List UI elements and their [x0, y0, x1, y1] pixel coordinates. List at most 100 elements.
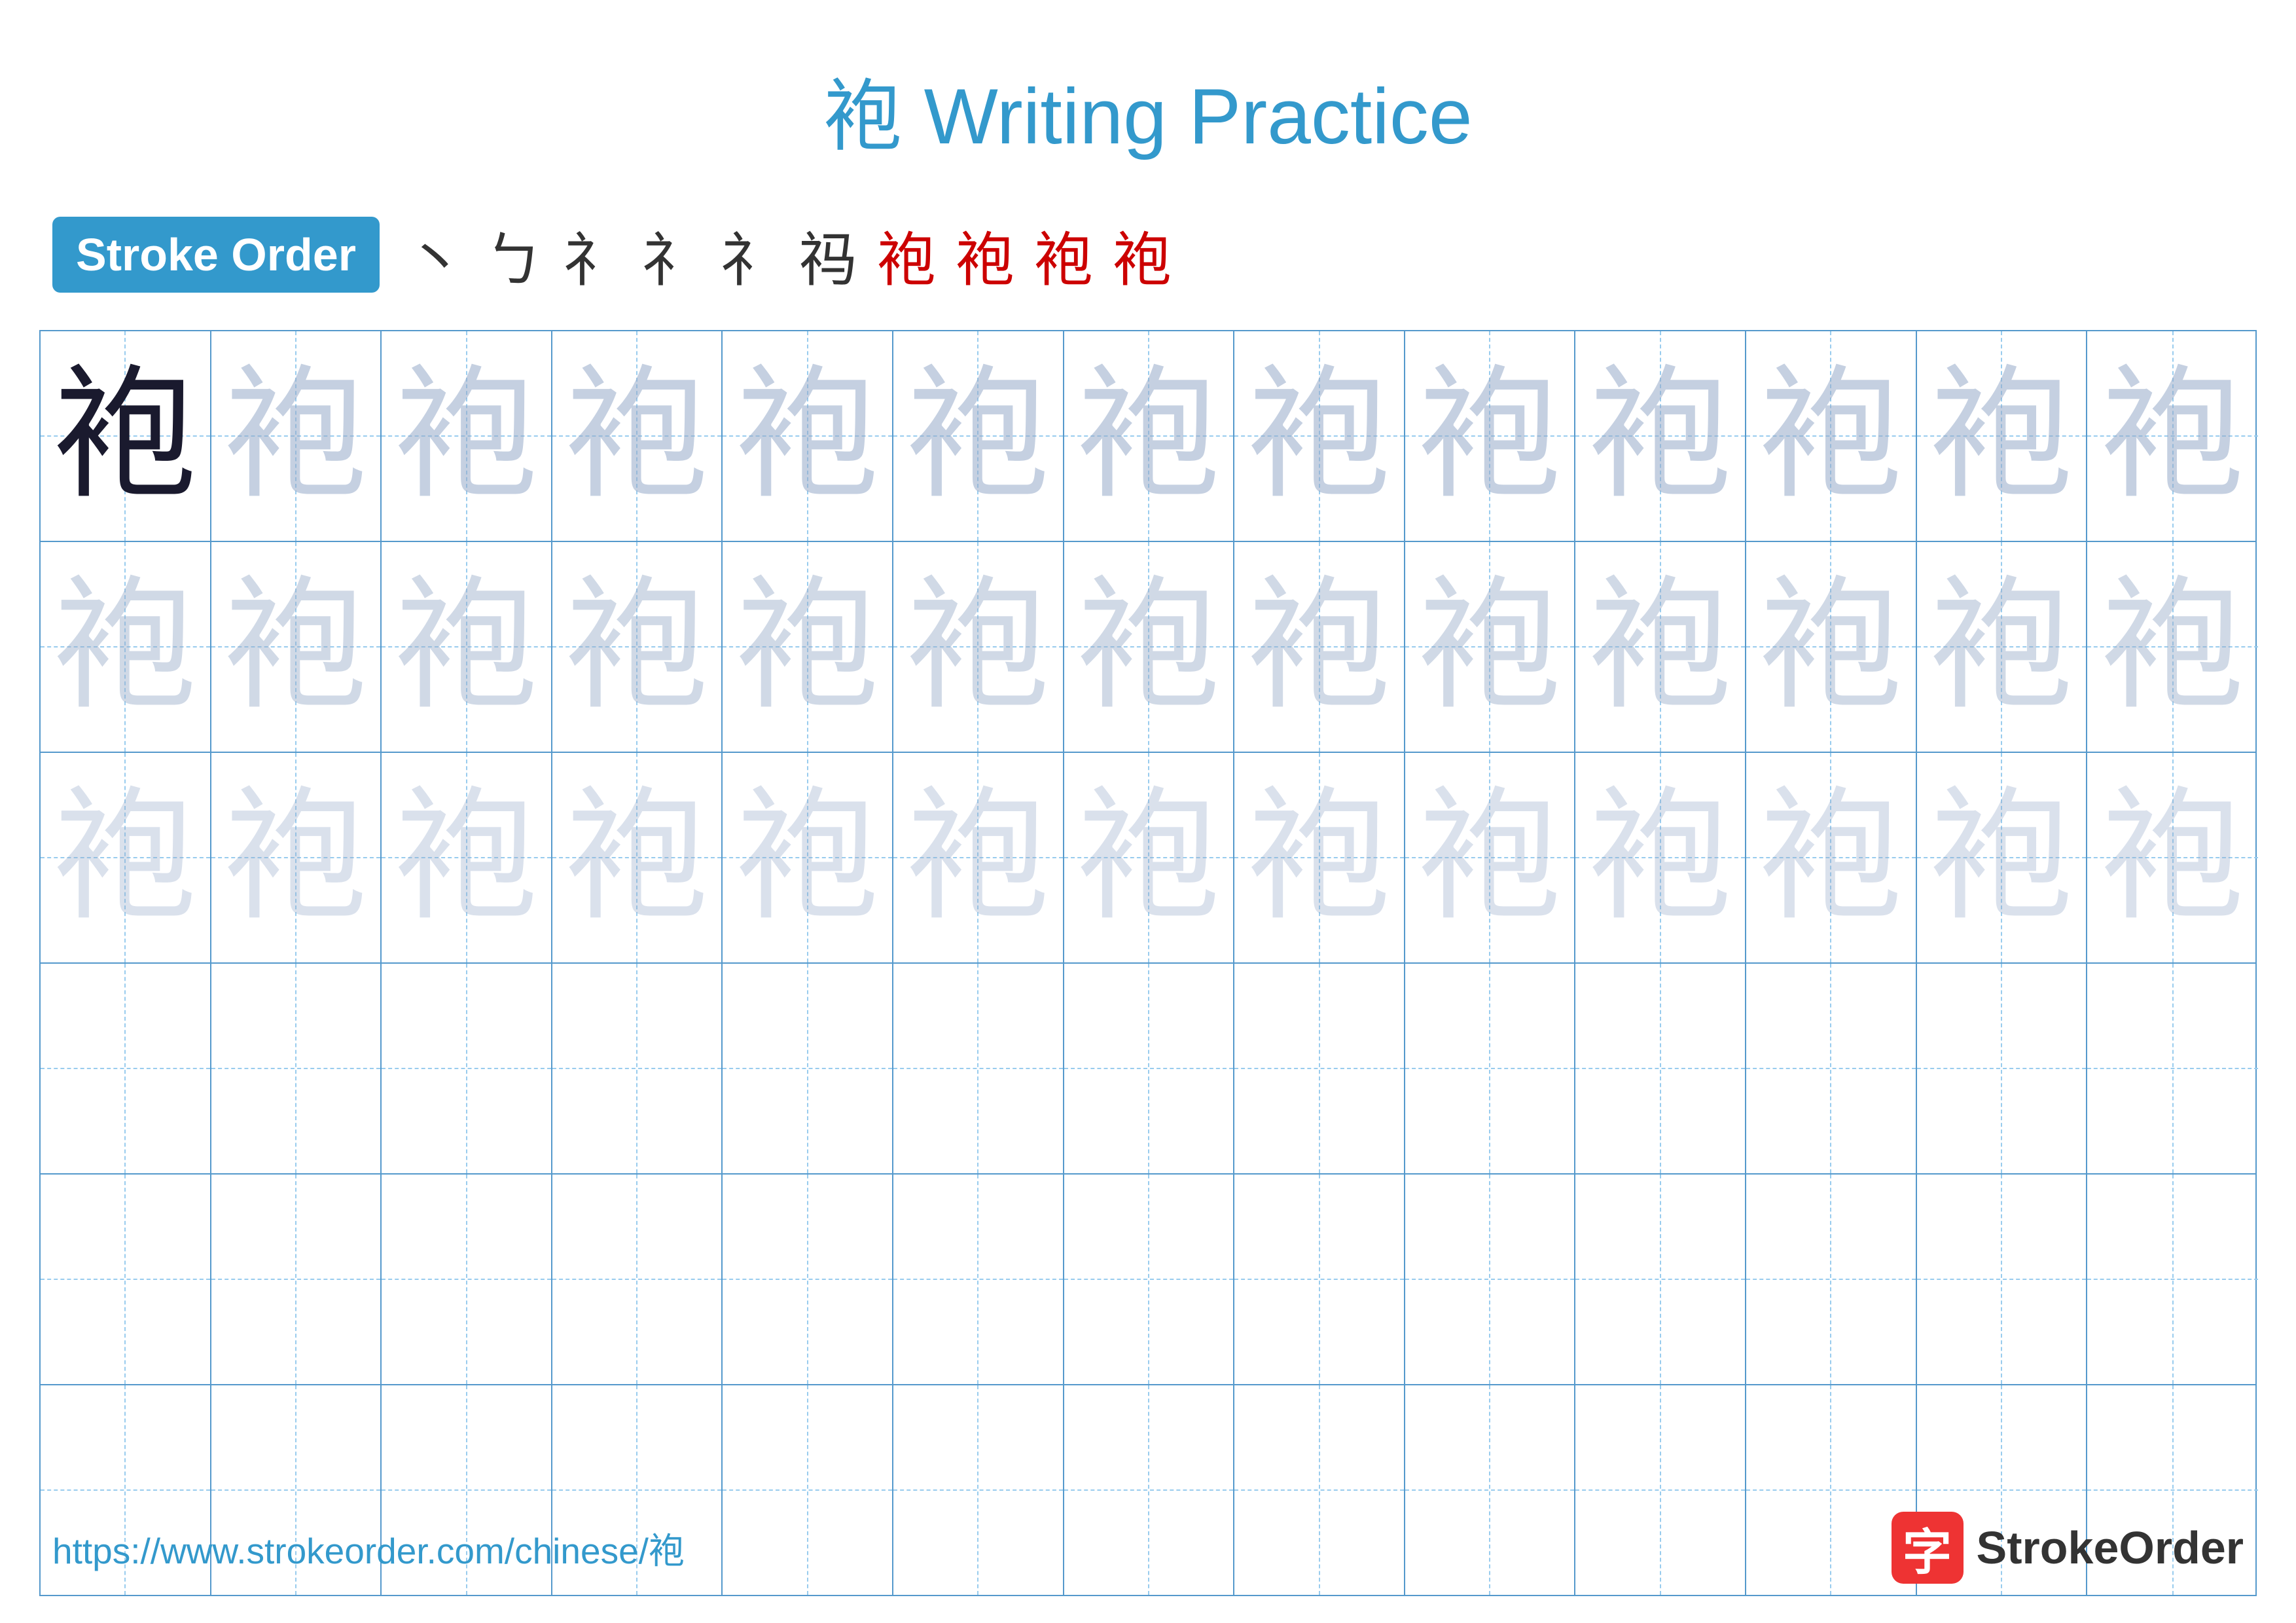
grid-cell-5-8[interactable]: [1234, 1175, 1405, 1384]
grid-cell-5-10[interactable]: [1575, 1175, 1746, 1384]
brand-icon: 字: [1892, 1512, 1964, 1584]
char-light: 袍: [1247, 575, 1391, 719]
grid-cell-1-9: 袍: [1405, 331, 1576, 541]
grid-cell-1-10: 袍: [1575, 331, 1746, 541]
grid-cell-5-12[interactable]: [1917, 1175, 2088, 1384]
grid-row-2: 袍 袍 袍 袍 袍 袍 袍 袍 袍 袍 袍 袍 袍: [41, 542, 2255, 753]
char-light: 袍: [395, 786, 539, 930]
brand-char: 字: [1903, 1512, 1952, 1584]
char-light: 袍: [1077, 575, 1221, 719]
grid-cell-2-8: 袍: [1234, 542, 1405, 752]
grid-cell-3-8: 袍: [1234, 753, 1405, 962]
grid-cell-3-9: 袍: [1405, 753, 1576, 962]
grid-cell-1-2: 袍: [211, 331, 382, 541]
grid-cell-4-2[interactable]: [211, 964, 382, 1173]
stroke-3: 礻: [563, 212, 622, 297]
grid-cell-5-5[interactable]: [723, 1175, 893, 1384]
grid-cell-1-13: 袍: [2087, 331, 2258, 541]
char-light: 袍: [1588, 364, 1732, 508]
grid-cell-4-7[interactable]: [1064, 964, 1235, 1173]
grid-cell-3-2: 袍: [211, 753, 382, 962]
char-light: 袍: [565, 364, 709, 508]
grid-cell-3-1: 袍: [41, 753, 211, 962]
char-light: 袍: [1077, 364, 1221, 508]
grid-cell-4-10[interactable]: [1575, 964, 1746, 1173]
char-light: 袍: [906, 786, 1050, 930]
footer: https://www.strokeorder.com/chinese/袍 字 …: [0, 1512, 2296, 1584]
char-light: 袍: [224, 786, 368, 930]
char-light: 袍: [736, 364, 880, 508]
grid-cell-1-4: 袍: [552, 331, 723, 541]
grid-cell-4-12[interactable]: [1917, 964, 2088, 1173]
grid-cell-2-6: 袍: [893, 542, 1064, 752]
footer-brand: 字 StrokeOrder: [1892, 1512, 2244, 1584]
grid-cell-3-3: 袍: [382, 753, 552, 962]
grid-cell-2-9: 袍: [1405, 542, 1576, 752]
char-light: 袍: [1418, 575, 1562, 719]
char-light: 袍: [565, 786, 709, 930]
grid-cell-4-9[interactable]: [1405, 964, 1576, 1173]
char-light: 袍: [224, 364, 368, 508]
grid-cell-2-2: 袍: [211, 542, 382, 752]
grid-row-5: [41, 1175, 2255, 1385]
grid-cell-2-7: 袍: [1064, 542, 1235, 752]
stroke-7: 袍: [877, 212, 936, 297]
char-light: 袍: [395, 364, 539, 508]
grid-cell-2-13: 袍: [2087, 542, 2258, 752]
grid-cell-5-6[interactable]: [893, 1175, 1064, 1384]
char-light: 袍: [1929, 575, 2073, 719]
grid-cell-5-7[interactable]: [1064, 1175, 1235, 1384]
char-light: 袍: [1247, 786, 1391, 930]
grid-cell-1-1: 袍: [41, 331, 211, 541]
grid-cell-4-8[interactable]: [1234, 964, 1405, 1173]
grid-cell-4-5[interactable]: [723, 964, 893, 1173]
grid-cell-4-3[interactable]: [382, 964, 552, 1173]
grid-cell-1-6: 袍: [893, 331, 1064, 541]
grid-cell-2-12: 袍: [1917, 542, 2088, 752]
char-light: 袍: [1759, 575, 1903, 719]
char-light: 袍: [1247, 364, 1391, 508]
grid-cell-4-13[interactable]: [2087, 964, 2258, 1173]
grid-cell-5-3[interactable]: [382, 1175, 552, 1384]
char-light: 袍: [2101, 786, 2245, 930]
grid-cell-5-13[interactable]: [2087, 1175, 2258, 1384]
grid-row-3: 袍 袍 袍 袍 袍 袍 袍 袍 袍 袍 袍 袍 袍: [41, 753, 2255, 964]
grid-cell-4-6[interactable]: [893, 964, 1064, 1173]
grid-cell-5-4[interactable]: [552, 1175, 723, 1384]
grid-cell-3-12: 袍: [1917, 753, 2088, 962]
grid-cell-1-5: 袍: [723, 331, 893, 541]
practice-grid: 袍 袍 袍 袍 袍 袍 袍 袍 袍 袍 袍 袍 袍 袍 袍 袍 袍 袍 袍 袍 …: [39, 330, 2257, 1596]
char-light: 袍: [53, 786, 197, 930]
grid-cell-3-10: 袍: [1575, 753, 1746, 962]
grid-cell-2-11: 袍: [1746, 542, 1917, 752]
grid-cell-5-11[interactable]: [1746, 1175, 1917, 1384]
brand-name: StrokeOrder: [1977, 1522, 2244, 1574]
stroke-4: 礻: [641, 212, 700, 297]
char-light: 袍: [395, 575, 539, 719]
grid-cell-2-1: 袍: [41, 542, 211, 752]
char-light: 袍: [1588, 575, 1732, 719]
grid-cell-3-11: 袍: [1746, 753, 1917, 962]
char-light: 袍: [565, 575, 709, 719]
stroke-10: 袍: [1113, 212, 1172, 297]
char-light: 袍: [1077, 786, 1221, 930]
char-light: 袍: [2101, 364, 2245, 508]
char-light: 袍: [1418, 364, 1562, 508]
grid-cell-4-4[interactable]: [552, 964, 723, 1173]
char-light: 袍: [53, 575, 197, 719]
grid-cell-4-1[interactable]: [41, 964, 211, 1173]
stroke-order-badge: Stroke Order: [52, 217, 380, 293]
char-light: 袍: [1759, 364, 1903, 508]
grid-cell-5-1[interactable]: [41, 1175, 211, 1384]
grid-cell-2-10: 袍: [1575, 542, 1746, 752]
char-light: 袍: [1929, 364, 2073, 508]
char-light: 袍: [736, 575, 880, 719]
grid-cell-4-11[interactable]: [1746, 964, 1917, 1173]
grid-cell-3-7: 袍: [1064, 753, 1235, 962]
char-light: 袍: [224, 575, 368, 719]
stroke-6: 祃: [798, 212, 857, 297]
grid-cell-5-2[interactable]: [211, 1175, 382, 1384]
stroke-2: ㄅ: [484, 212, 543, 297]
grid-cell-2-4: 袍: [552, 542, 723, 752]
grid-cell-5-9[interactable]: [1405, 1175, 1576, 1384]
